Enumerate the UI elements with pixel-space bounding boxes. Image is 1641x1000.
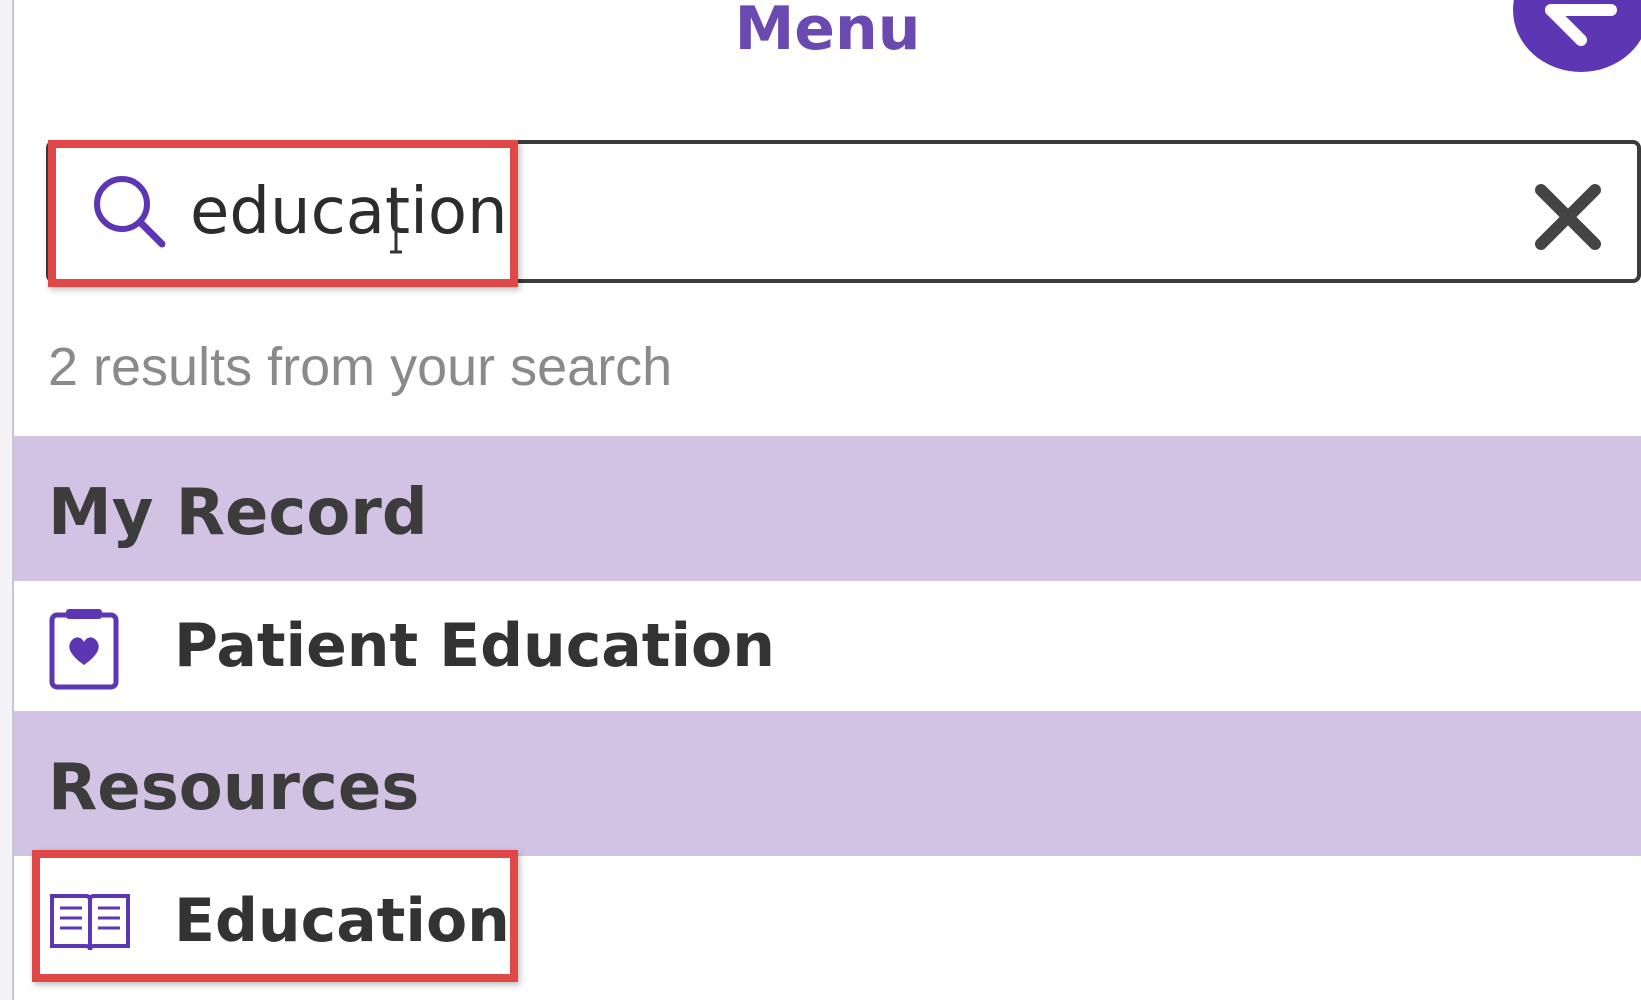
- search-box[interactable]: [46, 140, 1641, 283]
- patient-education-icon: [49, 609, 119, 690]
- result-item-education[interactable]: Education: [14, 856, 1641, 986]
- section-header-my-record: My Record: [14, 436, 1641, 581]
- section-heading: My Record: [48, 476, 428, 550]
- result-item-patient-education[interactable]: Patient Education: [14, 581, 1641, 711]
- menu-title: Menu: [734, 0, 921, 64]
- section-heading: Resources: [48, 751, 420, 825]
- open-book-icon: [50, 894, 130, 951]
- text-cursor-icon: [390, 198, 402, 254]
- arrow-icon: [1545, 4, 1617, 46]
- clear-search-button[interactable]: [1529, 178, 1607, 256]
- search-icon: [94, 176, 166, 248]
- result-item-label: Education: [174, 886, 510, 956]
- section-header-resources: Resources: [14, 711, 1641, 856]
- close-icon: [1535, 184, 1601, 250]
- result-item-label: Patient Education: [174, 611, 775, 681]
- results-summary: 2 results from your search: [48, 337, 673, 397]
- search-input[interactable]: [190, 162, 1490, 262]
- menu-panel: Menu 2 results from your search My Recor…: [12, 0, 1641, 1000]
